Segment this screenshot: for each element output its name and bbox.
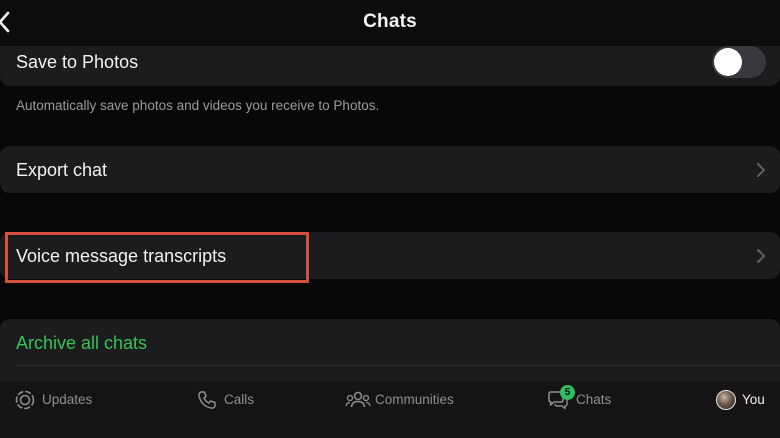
screen: Chats Save to Photos Automatically save … [0, 0, 780, 438]
nav-header: Chats [0, 0, 780, 46]
tab-chats[interactable]: Chats [546, 381, 616, 421]
tab-bar: Updates Calls Communities Chats You [0, 381, 780, 438]
phone-icon [196, 389, 218, 411]
tab-calls-label: Calls [224, 392, 255, 407]
export-chat-label: Export chat [16, 160, 108, 180]
tab-updates-label: Updates [42, 392, 93, 407]
communities-icon [345, 389, 371, 411]
tab-you-label: You [742, 392, 765, 407]
chevron-right-icon [756, 162, 766, 178]
save-to-photos-row: Save to Photos [0, 40, 780, 86]
tab-calls[interactable]: Calls [196, 381, 266, 421]
highlight-annotation-box [5, 232, 309, 283]
avatar[interactable] [716, 390, 736, 410]
save-to-photos-description: Automatically save photos and videos you… [16, 98, 380, 113]
tab-communities[interactable]: Communities [345, 381, 465, 421]
tab-communities-label: Communities [375, 392, 454, 407]
save-to-photos-label: Save to Photos [16, 52, 139, 72]
export-chat-row[interactable]: Export chat [0, 146, 780, 193]
tab-you[interactable]: You [742, 381, 778, 421]
tab-updates[interactable]: Updates [14, 381, 104, 421]
save-to-photos-toggle[interactable] [712, 46, 766, 78]
tab-chats-label: Chats [576, 392, 612, 407]
chevron-right-icon [756, 248, 766, 264]
page-title: Chats [363, 11, 417, 32]
row-divider [16, 365, 780, 366]
chats-unread-badge: 5 [560, 385, 575, 400]
updates-icon [14, 389, 36, 411]
toggle-knob [714, 48, 742, 76]
archive-all-chats-label: Archive all chats [16, 333, 148, 353]
archive-all-chats-row[interactable]: Archive all chats [0, 319, 780, 389]
